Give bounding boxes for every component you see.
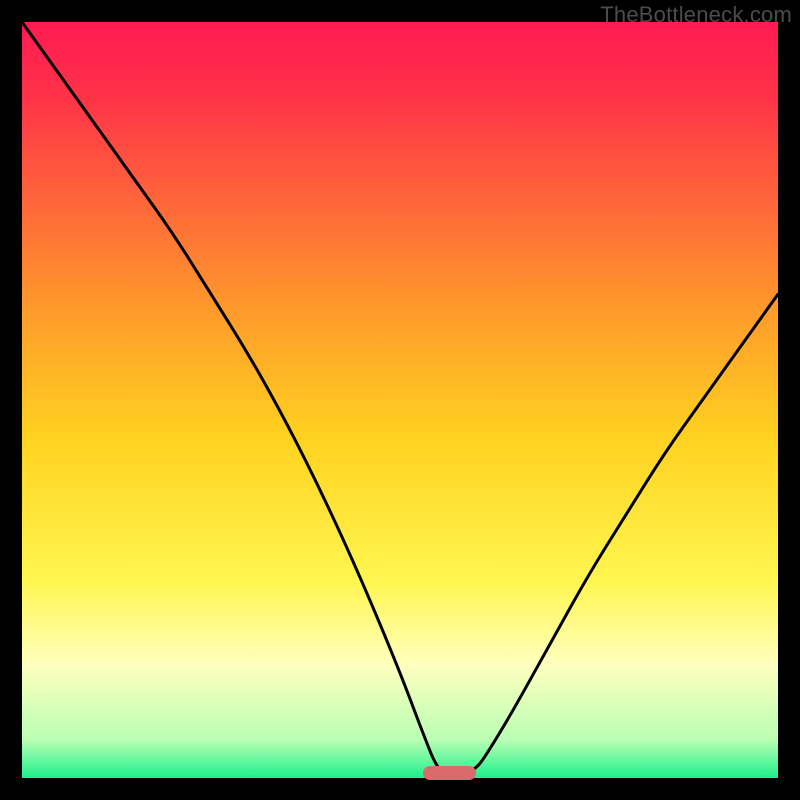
- watermark-text: TheBottleneck.com: [600, 2, 792, 28]
- gradient-plot-area: [22, 22, 778, 778]
- curve-path: [22, 22, 778, 776]
- optimal-range-marker: [423, 766, 476, 780]
- chart-frame: TheBottleneck.com: [0, 0, 800, 800]
- bottleneck-curve: [22, 22, 778, 778]
